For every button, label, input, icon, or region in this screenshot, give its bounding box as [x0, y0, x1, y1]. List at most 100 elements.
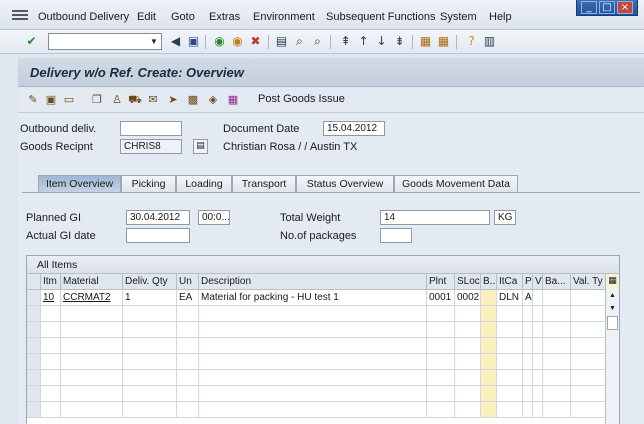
cell-itca[interactable]: DLN — [497, 290, 523, 306]
menu-help[interactable]: Help — [489, 11, 512, 23]
cell-ba[interactable] — [543, 338, 571, 354]
select-all-cell[interactable] — [27, 274, 41, 290]
cell-p[interactable] — [523, 338, 533, 354]
cell-material[interactable] — [61, 322, 123, 338]
cell-deliv-qty[interactable] — [123, 322, 177, 338]
cell-un[interactable]: EA — [177, 290, 199, 306]
menu-system[interactable]: System — [440, 11, 477, 23]
cell-description[interactable]: Material for packing - HU test 1 — [199, 290, 427, 306]
cell-plnt[interactable] — [427, 306, 455, 322]
cell-un[interactable] — [177, 306, 199, 322]
cell-b[interactable] — [481, 370, 497, 386]
cell-deliv-qty[interactable] — [123, 370, 177, 386]
find-icon[interactable]: ⌕ — [292, 34, 307, 49]
row-selector[interactable] — [27, 354, 41, 370]
delete-icon[interactable]: ▭ — [62, 93, 76, 107]
row-selector[interactable] — [27, 306, 41, 322]
cell-description[interactable] — [199, 322, 427, 338]
row-selector[interactable] — [27, 386, 41, 402]
column-header-val-ty[interactable]: Val. Ty — [571, 274, 607, 290]
texts-icon[interactable]: ✉ — [146, 93, 160, 107]
menu-edit[interactable]: Edit — [137, 11, 156, 23]
outbound-deliv-input[interactable] — [120, 121, 182, 136]
row-selector[interactable] — [27, 322, 41, 338]
cell-un[interactable] — [177, 338, 199, 354]
customize-layout-icon[interactable]: ▥ — [482, 34, 497, 49]
cell-ba[interactable] — [543, 370, 571, 386]
tab-status-overview[interactable]: Status Overview — [296, 175, 394, 192]
chevron-down-icon[interactable]: ▼ — [147, 34, 161, 49]
cell-sloc[interactable] — [455, 322, 481, 338]
cell-val-ty[interactable] — [571, 370, 607, 386]
cell-sloc[interactable] — [455, 386, 481, 402]
column-header-itm[interactable]: Itm — [41, 274, 61, 290]
cell-b[interactable] — [481, 290, 497, 306]
cell-deliv-qty[interactable] — [123, 338, 177, 354]
cell-itm[interactable] — [41, 322, 61, 338]
pack-icon[interactable]: ▩ — [186, 93, 200, 107]
cell-plnt[interactable] — [427, 322, 455, 338]
cell-itm[interactable]: 10 — [41, 290, 61, 306]
cell-b[interactable] — [481, 322, 497, 338]
cell-ba[interactable] — [543, 386, 571, 402]
cell-itca[interactable] — [497, 370, 523, 386]
cell-itca[interactable] — [497, 322, 523, 338]
cell-itca[interactable] — [497, 386, 523, 402]
cell-ba[interactable] — [543, 290, 571, 306]
cell-description[interactable] — [199, 402, 427, 418]
cell-sloc[interactable] — [455, 354, 481, 370]
vertical-scrollbar[interactable]: ▲ ▼ — [605, 290, 619, 424]
cell-material[interactable] — [61, 306, 123, 322]
column-settings-icon[interactable]: ▦ — [605, 274, 619, 290]
column-header-description[interactable]: Description — [199, 274, 427, 290]
cell-deliv-qty[interactable] — [123, 306, 177, 322]
actual-gi-input[interactable] — [126, 228, 190, 243]
column-header-deliv-qty[interactable]: Deliv. Qty — [123, 274, 177, 290]
cell-itm[interactable] — [41, 306, 61, 322]
tab-item-overview[interactable]: Item Overview — [38, 175, 121, 193]
create-icon[interactable]: ▣ — [44, 93, 58, 107]
shortcut-icon[interactable]: ▦ — [436, 34, 451, 49]
cell-itm[interactable] — [41, 338, 61, 354]
cell-deliv-qty[interactable]: 1 — [123, 290, 177, 306]
cell-v[interactable] — [533, 290, 543, 306]
cell-description[interactable] — [199, 370, 427, 386]
cell-b[interactable] — [481, 306, 497, 322]
cell-v[interactable] — [533, 354, 543, 370]
previous-page-icon[interactable]: ↑ — [356, 34, 371, 49]
cell-description[interactable] — [199, 338, 427, 354]
cell-un[interactable] — [177, 354, 199, 370]
menu-environment[interactable]: Environment — [253, 11, 315, 23]
menu-outbound-delivery[interactable]: Outbound Delivery — [38, 11, 129, 23]
print-icon[interactable]: ▤ — [274, 34, 289, 49]
cell-plnt[interactable] — [427, 386, 455, 402]
cell-val-ty[interactable] — [571, 386, 607, 402]
row-selector[interactable] — [27, 402, 41, 418]
cell-sloc[interactable] — [455, 370, 481, 386]
column-header-ba[interactable]: Ba... — [543, 274, 571, 290]
row-selector[interactable] — [27, 290, 41, 306]
grid-icon[interactable]: ▦ — [226, 93, 240, 107]
cell-p[interactable] — [523, 306, 533, 322]
shipping-icon[interactable]: ⛟ — [128, 93, 142, 107]
cell-itca[interactable] — [497, 306, 523, 322]
cell-itca[interactable] — [497, 338, 523, 354]
first-page-icon[interactable]: ⇞ — [338, 34, 353, 49]
next-page-icon[interactable]: ↓ — [374, 34, 389, 49]
minimize-button[interactable]: _ — [581, 1, 597, 14]
cell-p[interactable] — [523, 402, 533, 418]
cell-p[interactable]: A — [523, 290, 533, 306]
scroll-thumb[interactable] — [607, 316, 618, 330]
sap-menu-icon[interactable] — [12, 10, 28, 22]
cell-itca[interactable] — [497, 354, 523, 370]
cell-un[interactable] — [177, 322, 199, 338]
menu-extras[interactable]: Extras — [209, 11, 240, 23]
cell-ba[interactable] — [543, 322, 571, 338]
cell-v[interactable] — [533, 306, 543, 322]
cell-deliv-qty[interactable] — [123, 386, 177, 402]
row-selector[interactable] — [27, 370, 41, 386]
scroll-up-icon[interactable]: ▲ — [606, 290, 619, 302]
column-header-b[interactable]: B... — [481, 274, 497, 290]
cell-un[interactable] — [177, 386, 199, 402]
command-field[interactable]: ▼ — [48, 33, 162, 50]
